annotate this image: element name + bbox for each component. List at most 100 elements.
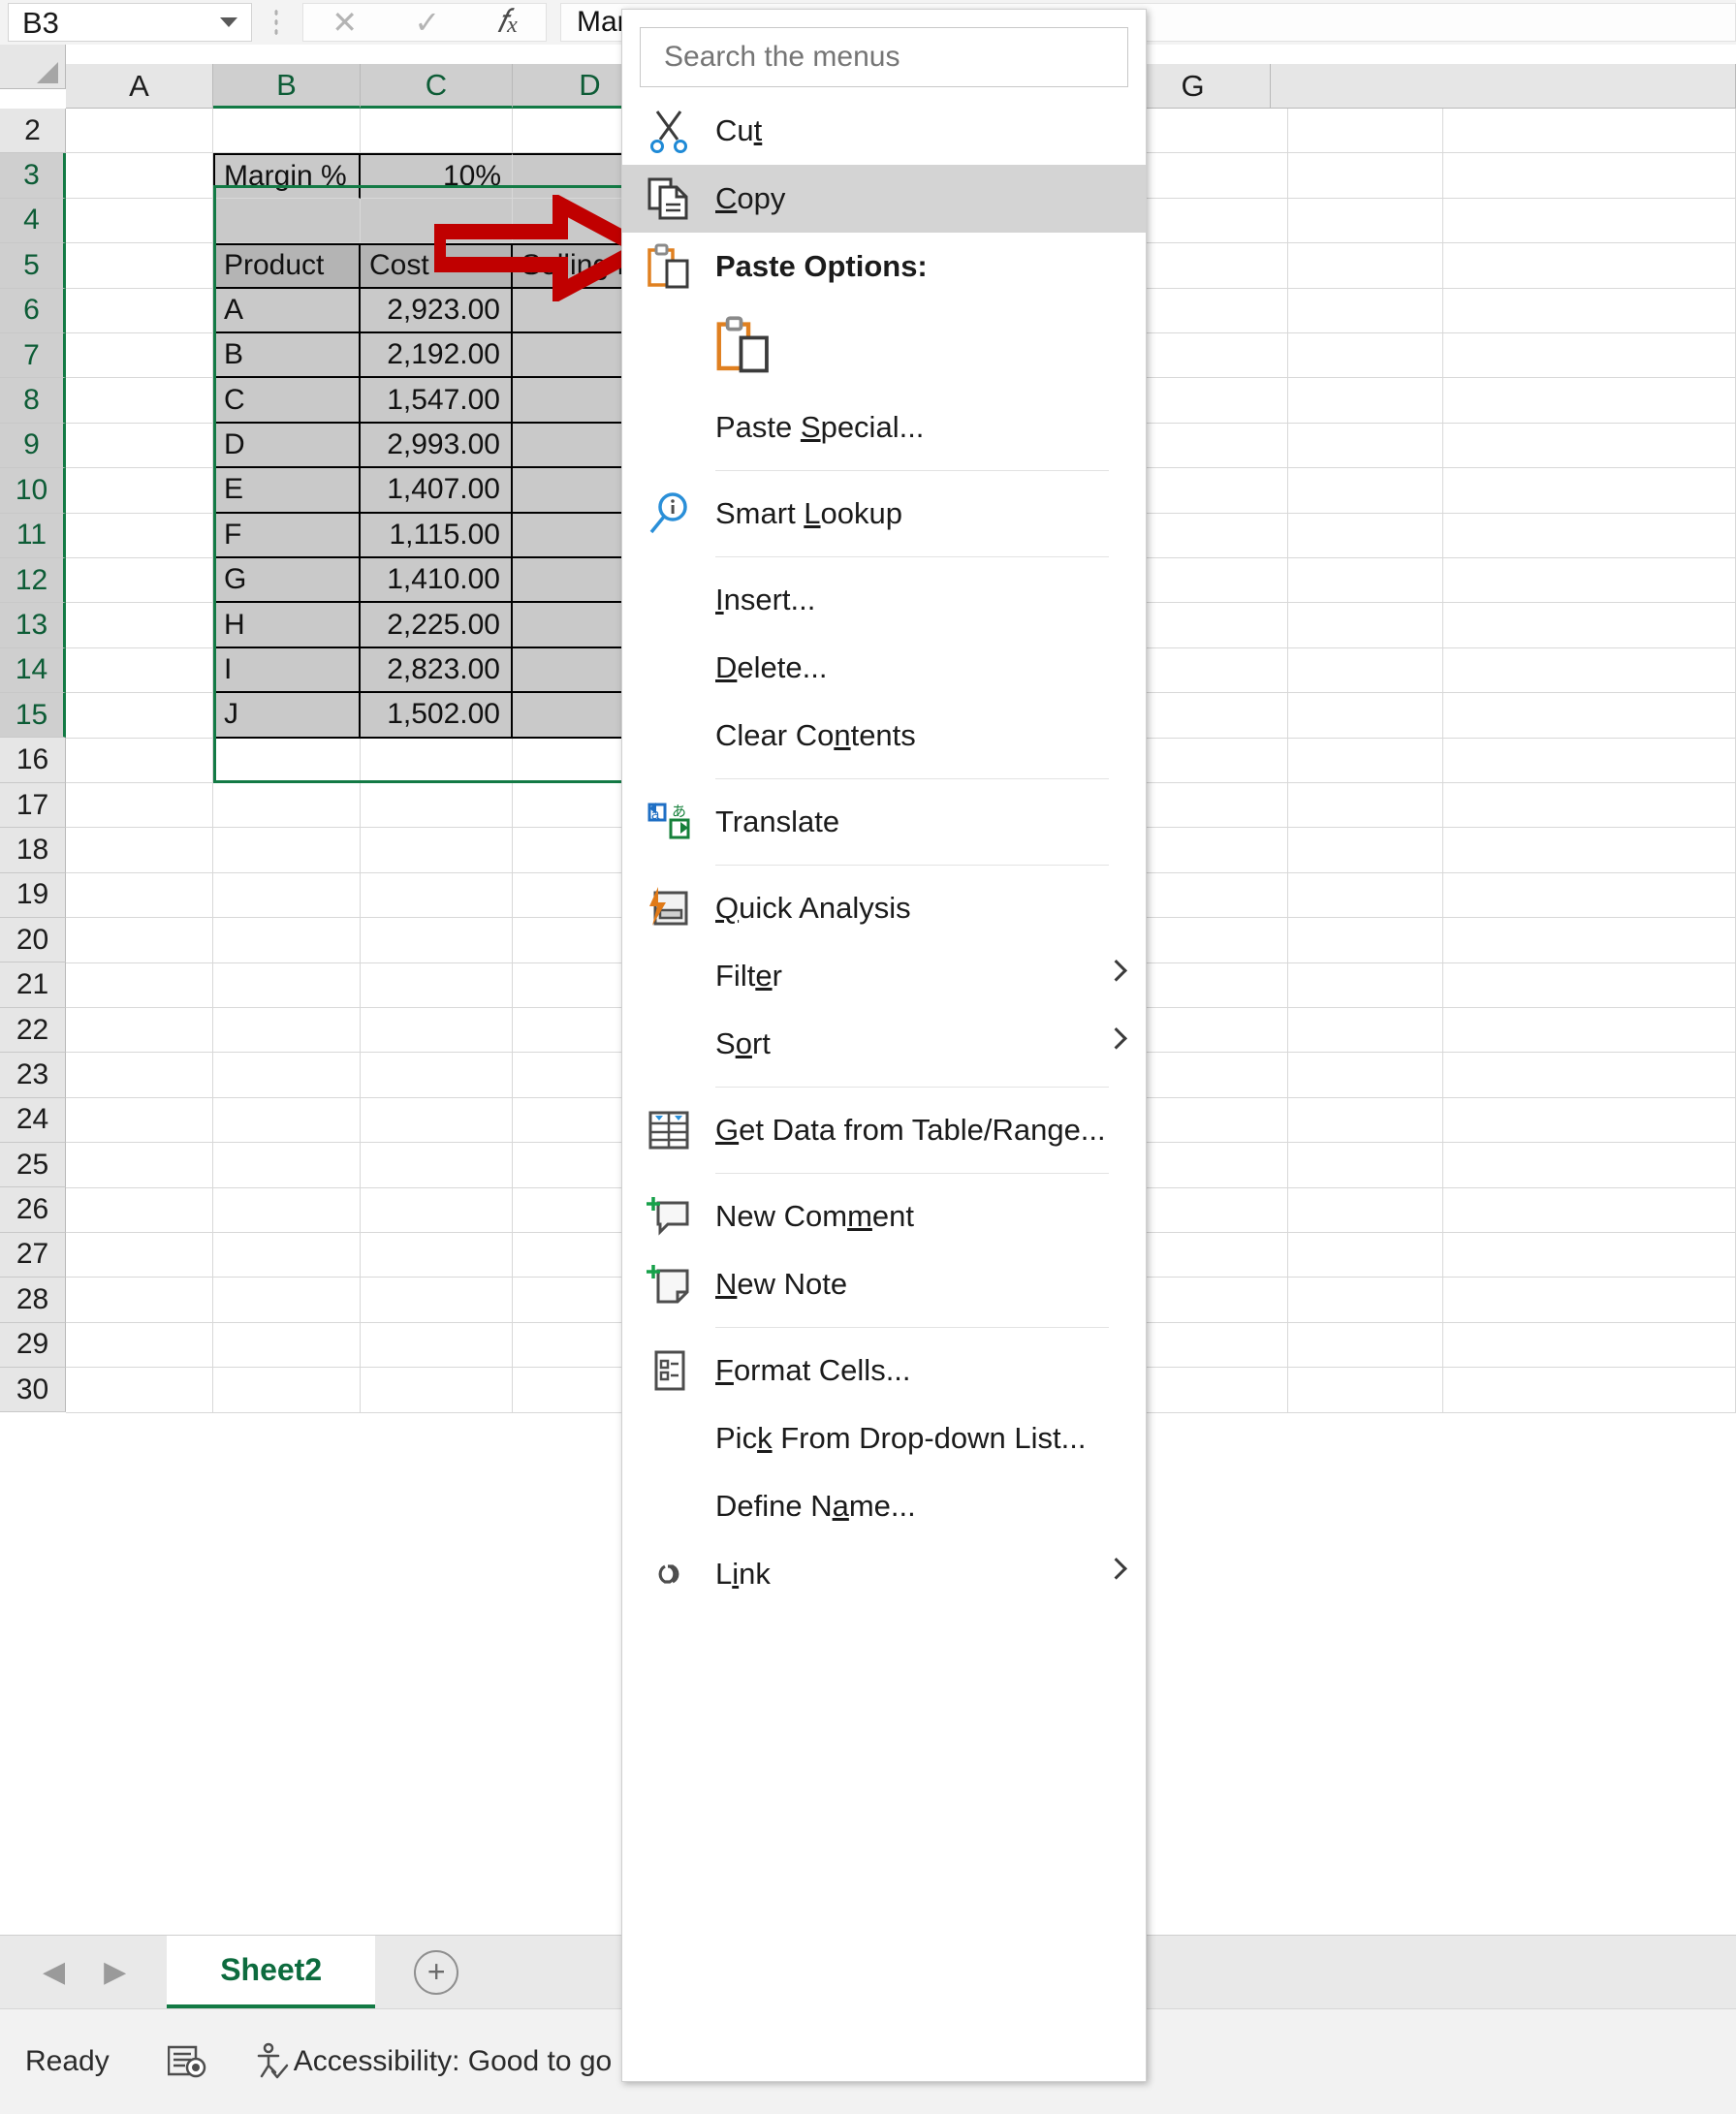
grid-cell[interactable] [1288,1097,1443,1144]
grid-cell[interactable] [1288,783,1443,829]
grid-cell[interactable] [66,1008,213,1054]
grid-cell[interactable] [1443,468,1736,514]
add-sheet-plus-icon[interactable]: + [414,1949,459,1995]
grid-cell[interactable] [1133,1278,1288,1323]
menu-item-quick-analysis[interactable]: Quick Analysis [622,874,1146,942]
grid-cell[interactable] [361,783,513,829]
row-header-14[interactable]: 14 [0,647,66,694]
grid-cell[interactable] [66,1278,213,1323]
grid-cell[interactable] [361,738,513,783]
grid-cell[interactable] [213,783,361,829]
grid-cell[interactable] [361,918,513,963]
grid-cell[interactable] [1133,962,1288,1008]
grid-cell[interactable] [1133,198,1288,244]
grid-cell[interactable] [1443,1278,1736,1323]
grid-cell[interactable] [66,1143,213,1188]
grid-cell[interactable] [361,1187,513,1233]
row-header-23[interactable]: 23 [0,1053,66,1098]
search-menus-input[interactable] [640,27,1128,87]
column-header-a[interactable]: A [66,64,213,109]
row-header-3[interactable]: 3 [0,153,66,199]
grid-cell[interactable] [1133,558,1288,604]
grid-cell[interactable] [1443,693,1736,739]
menu-item-link[interactable]: Link [622,1540,1146,1608]
grid-cell[interactable] [1288,288,1443,333]
grid-cell[interactable] [1133,918,1288,963]
grid-cell[interactable] [1288,243,1443,289]
grid-cell[interactable] [66,872,213,919]
menu-item-new-comment[interactable]: New Comment [622,1183,1146,1250]
grid-cell[interactable] [1288,468,1443,514]
grid-cell[interactable] [361,1143,513,1188]
grid-cell[interactable] [1133,109,1288,154]
chevron-down-icon[interactable] [220,17,237,27]
insert-function-fx-icon[interactable]: 𝑓x [497,6,518,39]
grid-cell[interactable] [1288,423,1443,469]
toolbar-grip-handle[interactable] [273,8,281,37]
grid-cell[interactable] [1443,243,1736,289]
grid-cell[interactable] [361,1053,513,1098]
grid-cell[interactable] [1288,693,1443,739]
row-header-4[interactable]: 4 [0,198,66,244]
menu-item-define-name[interactable]: Define Name... [622,1472,1146,1540]
row-header-12[interactable]: 12 [0,557,66,604]
grid-cell[interactable] [361,1278,513,1323]
grid-cell[interactable] [1443,1368,1736,1413]
grid-cell[interactable]: 1,547.00 [361,378,513,424]
grid-cell[interactable] [1288,333,1443,379]
row-header-6[interactable]: 6 [0,288,66,333]
grid-cell[interactable]: 1,502.00 [361,693,513,739]
grid-cell[interactable] [1133,1143,1288,1188]
grid-cell[interactable] [213,828,361,873]
row-header-15[interactable]: 15 [0,693,66,739]
grid-cell[interactable] [213,918,361,963]
grid-cell[interactable] [1133,333,1288,379]
grid-cell[interactable] [1288,962,1443,1008]
grid-cell[interactable] [1443,872,1736,919]
grid-cell[interactable]: H [213,603,361,648]
menu-item-delete[interactable]: Delete... [622,634,1146,702]
grid-cell[interactable] [1443,1053,1736,1098]
menu-item-filter[interactable]: Filter [622,942,1146,1010]
grid-cell[interactable] [1443,1322,1736,1369]
column-header-c[interactable]: C [361,64,513,109]
row-header-26[interactable]: 26 [0,1187,66,1233]
grid-cell[interactable] [1288,738,1443,783]
grid-cell[interactable] [66,243,213,289]
row-header-21[interactable]: 21 [0,962,66,1008]
grid-cell[interactable] [213,198,361,244]
grid-cell[interactable] [66,423,213,469]
menu-item-pick-from-drop-down-list[interactable]: Pick From Drop-down List... [622,1404,1146,1472]
grid-cell[interactable] [1443,333,1736,379]
grid-cell[interactable] [1443,109,1736,154]
grid-cell[interactable] [66,558,213,604]
grid-cell[interactable] [1288,1278,1443,1323]
menu-item-get-data-from-table-range[interactable]: Get Data from Table/Range... [622,1096,1146,1164]
row-header-13[interactable]: 13 [0,603,66,648]
grid-cell[interactable] [1443,513,1736,558]
grid-cell[interactable] [361,109,513,154]
row-header-27[interactable]: 27 [0,1232,66,1278]
grid-cell[interactable] [66,153,213,199]
grid-cell[interactable] [66,378,213,424]
grid-cell[interactable] [1443,153,1736,199]
grid-cell[interactable] [361,962,513,1008]
grid-cell[interactable] [1133,513,1288,558]
grid-cell[interactable] [1288,1233,1443,1278]
grid-cell[interactable]: I [213,647,361,694]
grid-cell[interactable]: 2,192.00 [361,333,513,379]
row-header-5[interactable]: 5 [0,243,66,289]
grid-cell[interactable] [1288,513,1443,558]
grid-cell[interactable] [213,962,361,1008]
menu-item-copy[interactable]: Copy [622,165,1146,233]
grid-cell[interactable] [1288,828,1443,873]
grid-cell[interactable] [1443,288,1736,333]
grid-cell[interactable] [213,738,361,783]
sheet-tab-sheet2[interactable]: Sheet2 [167,1935,376,2009]
row-header-11[interactable]: 11 [0,513,66,558]
row-header-20[interactable]: 20 [0,918,66,963]
grid-cell[interactable]: 2,823.00 [361,647,513,694]
grid-cell[interactable]: J [213,693,361,739]
grid-cell[interactable] [1443,558,1736,604]
row-header-9[interactable]: 9 [0,423,66,469]
